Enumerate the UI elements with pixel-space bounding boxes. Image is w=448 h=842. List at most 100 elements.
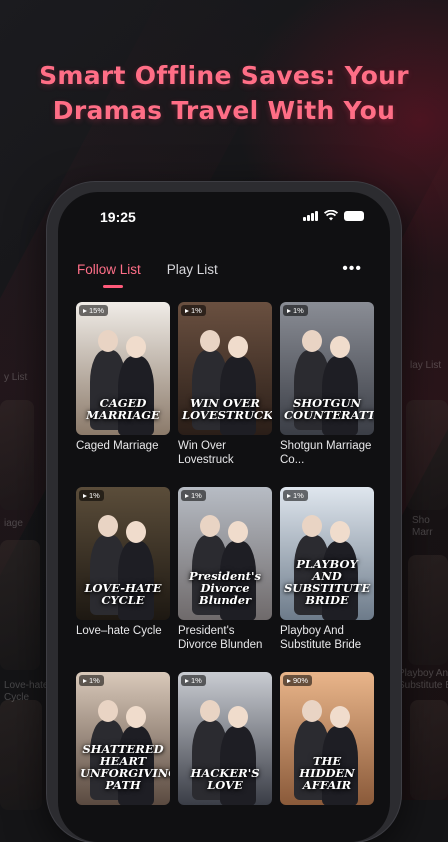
play-icon [83,493,87,498]
progress-value: 1% [293,491,304,500]
poster-figure-head [330,706,350,728]
progress-value: 1% [293,306,304,315]
progress-value: 1% [191,491,202,500]
drama-poster[interactable]: 1% PLAYBOY AND SUBSTITUTE BRIDE [280,487,374,620]
poster-title: WIN OVER LOVESTRUCK [182,396,272,422]
poster-figure-head [126,336,146,358]
headline-line-2: Dramas Travel With You [52,96,396,125]
progress-value: 1% [89,676,100,685]
poster-title: THE HIDDEN AFFAIR [299,754,355,792]
ghost-label: iage [4,518,23,529]
drama-card[interactable]: 1% PLAYBOY AND SUBSTITUTE BRIDE Playboy An… [280,487,374,652]
poster-figure-head [126,521,146,543]
drama-card[interactable]: 1% HACKER'S LOVE [178,672,272,809]
poster-figure-head [302,330,322,352]
progress-badge: 1% [181,490,206,501]
drama-title[interactable]: Playboy And Substitute Bride [280,624,374,652]
drama-title[interactable]: President's Divorce Blunden [178,624,272,652]
play-icon [185,493,189,498]
tab-follow-list[interactable]: Follow List [77,262,141,288]
drama-card[interactable]: 1% SHOTGUN COUNTERATTACK Shotgun Marriage … [280,302,374,467]
poster-figure-head [200,700,220,722]
progress-badge: 15% [79,305,109,316]
drama-poster[interactable]: 1% President's Divorce Blunder [178,487,272,620]
poster-figure-head [302,515,322,537]
progress-value: 1% [191,676,202,685]
drama-title[interactable]: Win Over Lovestruck [178,439,272,467]
more-icon[interactable]: ••• [342,261,362,277]
ghost-label: Love-hate Cycle [4,680,49,703]
play-icon [185,308,189,313]
drama-poster[interactable]: 1% WIN OVER LOVESTRUCK [178,302,272,435]
promo-headline: Smart Offline Saves: Your Dramas Travel … [0,58,448,128]
poster-title: LOVE-HATE CYCLE [84,581,162,607]
poster-figure-head [200,330,220,352]
drama-poster[interactable]: 1% LOVE-HATE CYCLE [76,487,170,620]
progress-badge: 1% [79,675,104,686]
status-time: 19:25 [100,209,136,225]
drama-title[interactable]: Caged Marriage [76,439,170,453]
drama-card[interactable]: 1% LOVE-HATE CYCLE Love–hate Cycle [76,487,170,638]
poster-figure-head [98,700,118,722]
progress-badge: 90% [283,675,313,686]
drama-poster[interactable]: 1% HACKER'S LOVE [178,672,272,805]
drama-poster[interactable]: 15% CAGED MARRIAGE [76,302,170,435]
play-icon [287,308,291,313]
poster-title: CAGED MARRIAGE [86,396,160,422]
drama-card[interactable]: 90% THE HIDDEN AFFAIR [280,672,374,809]
tab-bar: Follow List Play List [77,262,218,288]
drama-poster[interactable]: 1% SHOTGUN COUNTERATTACK [280,302,374,435]
drama-title[interactable]: Shotgun Marriage Co... [280,439,374,467]
drama-card[interactable]: 1% President's Divorce Blunder President's… [178,487,272,652]
phone-screen: 19:25 Follow List Play List ••• 15% CAGED… [58,192,390,842]
ghost-label: y List [4,372,28,383]
drama-card[interactable]: 1% WIN OVER LOVESTRUCK Win Over Lovestruck [178,302,272,467]
progress-value: 1% [89,491,100,500]
drama-card[interactable]: 15% CAGED MARRIAGE Caged Marriage [76,302,170,453]
ghost-label: Sho Marr [412,515,433,538]
poster-figure-head [228,521,248,543]
ghost-card [0,540,40,670]
poster-figure-head [98,330,118,352]
progress-badge: 1% [283,305,308,316]
drama-title[interactable]: Love–hate Cycle [76,624,170,638]
poster-figure-head [126,706,146,728]
ghost-card [406,400,448,510]
tab-play-list[interactable]: Play List [167,262,218,277]
headline-line-1: Smart Offline Saves: Your [39,61,409,90]
drama-poster[interactable]: 90% THE HIDDEN AFFAIR [280,672,374,805]
ghost-card [0,700,42,810]
poster-title: HACKER'S LOVE [190,766,260,792]
poster-figure-head [98,515,118,537]
drama-card[interactable]: 1% SHATTERED HEART UNFORGIVING PATH [76,672,170,809]
poster-figure-head [228,706,248,728]
ghost-card [410,700,448,800]
drama-poster[interactable]: 1% SHATTERED HEART UNFORGIVING PATH [76,672,170,805]
poster-title: SHOTGUN COUNTERATTACK [284,396,374,422]
poster-title: President's Divorce Blunder [189,569,261,607]
play-icon [83,308,87,313]
wifi-icon [324,210,338,221]
poster-figure-head [200,515,220,537]
poster-title: PLAYBOY AND SUBSTITUTE BRIDE [284,557,371,607]
status-icons [303,210,364,221]
battery-icon [344,210,364,221]
poster-figure-head [330,336,350,358]
play-icon [287,493,291,498]
progress-badge: 1% [181,305,206,316]
poster-figure-head [302,700,322,722]
ghost-label: lay List [410,360,442,371]
progress-badge: 1% [79,490,104,501]
poster-title: SHATTERED HEART UNFORGIVING PATH [80,742,170,792]
progress-badge: 1% [181,675,206,686]
progress-value: 15% [89,306,105,315]
phone-mockup: 19:25 Follow List Play List ••• 15% CAGED… [47,182,401,842]
ghost-label: Playboy And Substitute Bride [398,668,448,691]
poster-figure-head [330,521,350,543]
ghost-card [408,555,448,665]
signal-icon [303,210,318,221]
ghost-card [0,400,34,510]
play-icon [83,678,87,683]
play-icon [185,678,189,683]
progress-value: 90% [293,676,309,685]
